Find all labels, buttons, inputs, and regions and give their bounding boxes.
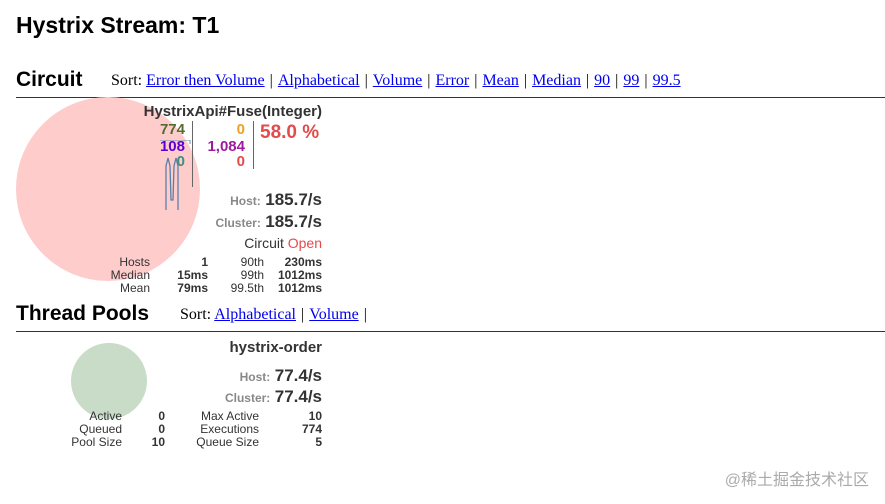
circuit-section-title: Circuit bbox=[16, 68, 83, 91]
circuit-host-rate: Host: 185.7/s bbox=[230, 190, 322, 210]
timeout-count: 0 bbox=[236, 121, 245, 138]
mean-value: 79ms bbox=[177, 281, 208, 295]
watermark: @稀土掘金技术社区 bbox=[724, 472, 869, 489]
thread-pool-cluster-rate-value: 77.4/s bbox=[274, 387, 322, 406]
mean-label: Mean bbox=[119, 281, 150, 295]
queued-label: Queued bbox=[79, 422, 122, 436]
max-active-label: Max Active bbox=[200, 409, 259, 423]
thread-pool-name: hystrix-order bbox=[229, 339, 322, 356]
p99-label: 99th bbox=[240, 268, 264, 282]
thread-pools-sort-alphabetical-link[interactable]: Alphabetical bbox=[214, 306, 296, 323]
thread-pool-stats: Active 0 Max Active 10 Queued 0 Executio… bbox=[0, 409, 885, 449]
sort-label: Sort: bbox=[111, 72, 143, 89]
page-title: Hystrix Stream: T1 bbox=[16, 12, 220, 38]
thread-pool-host-rate-value: 77.4/s bbox=[274, 366, 322, 385]
p90-value: 230ms bbox=[284, 255, 322, 269]
success-count: 774 bbox=[159, 121, 185, 138]
thread-pool-host-label: Host: bbox=[239, 370, 271, 384]
hosts-label: Hosts bbox=[119, 255, 150, 269]
queue-size-value: 5 bbox=[315, 435, 322, 449]
circuit-stats: Hosts 1 90th 230ms Median 15ms 99th 1012… bbox=[0, 255, 885, 295]
sort-mean-link[interactable]: Mean bbox=[482, 72, 518, 89]
thread-pool-cluster-label: Cluster: bbox=[224, 391, 271, 405]
circuit-status-value: Open bbox=[287, 235, 322, 251]
queued-value: 0 bbox=[158, 422, 165, 436]
pool-size-value: 10 bbox=[151, 435, 165, 449]
sort-99-5-link[interactable]: 99.5 bbox=[653, 72, 681, 89]
sort-error-link[interactable]: Error bbox=[435, 72, 469, 89]
sort-90-link[interactable]: 90 bbox=[594, 72, 610, 89]
thread-pools-sort-label: Sort: bbox=[180, 306, 212, 323]
p995-value: 1012ms bbox=[277, 281, 322, 295]
counts-divider-left bbox=[192, 121, 193, 187]
failure-count: 0 bbox=[236, 153, 245, 170]
p995-label: 99.5th bbox=[230, 281, 264, 295]
circuit-divider bbox=[16, 97, 885, 98]
executions-label: Executions bbox=[200, 422, 259, 436]
host-label: Host: bbox=[230, 194, 261, 208]
pool-size-label: Pool Size bbox=[71, 435, 122, 449]
sparkline bbox=[160, 140, 191, 210]
thread-pool-health-circle bbox=[71, 343, 147, 419]
thread-pool-cluster-rate: Cluster: 77.4/s bbox=[225, 387, 322, 407]
thread-pools-sort-bar: Sort: Alphabetical | Volume | bbox=[180, 306, 367, 323]
p99-value: 1012ms bbox=[277, 268, 322, 282]
hosts-value: 1 bbox=[201, 255, 208, 269]
cluster-label: Cluster: bbox=[215, 216, 261, 230]
counts-divider-right bbox=[253, 121, 254, 169]
queue-size-label: Queue Size bbox=[196, 435, 259, 449]
thread-pools-section-title: Thread Pools bbox=[16, 302, 150, 325]
sort-volume-link[interactable]: Volume bbox=[373, 72, 422, 89]
max-active-value: 10 bbox=[308, 409, 322, 423]
sort-99-link[interactable]: 99 bbox=[623, 72, 639, 89]
sort-median-link[interactable]: Median bbox=[532, 72, 581, 89]
sparkline-spikes bbox=[165, 157, 179, 210]
executions-value: 774 bbox=[301, 422, 322, 436]
median-value: 15ms bbox=[177, 268, 208, 282]
circuit-cluster-rate: Cluster: 185.7/s bbox=[215, 212, 322, 232]
circuit-status-label: Circuit bbox=[244, 235, 284, 251]
sparkline-line bbox=[160, 140, 191, 144]
thread-pools-sort-volume-link[interactable]: Volume bbox=[309, 306, 358, 323]
thread-pool-host-rate: Host: 77.4/s bbox=[240, 366, 322, 386]
median-label: Median bbox=[110, 268, 150, 282]
sort-error-then-volume-link[interactable]: Error then Volume bbox=[146, 72, 265, 89]
error-rate: 58.0 % bbox=[260, 122, 320, 143]
active-value: 0 bbox=[158, 409, 165, 423]
thread-pools-divider bbox=[16, 331, 885, 332]
p90-label: 90th bbox=[240, 255, 264, 269]
cluster-rate-value: 185.7/s bbox=[265, 212, 322, 231]
circuit-status: Circuit Open bbox=[244, 235, 322, 251]
circuit-name: HystrixApi#Fuse(Integer) bbox=[143, 103, 322, 120]
sort-alphabetical-link[interactable]: Alphabetical bbox=[278, 72, 360, 89]
host-rate-value: 185.7/s bbox=[265, 190, 322, 209]
circuit-sort-bar: Sort: Error then Volume | Alphabetical | Vol… bbox=[111, 72, 681, 89]
active-label: Active bbox=[89, 409, 122, 423]
